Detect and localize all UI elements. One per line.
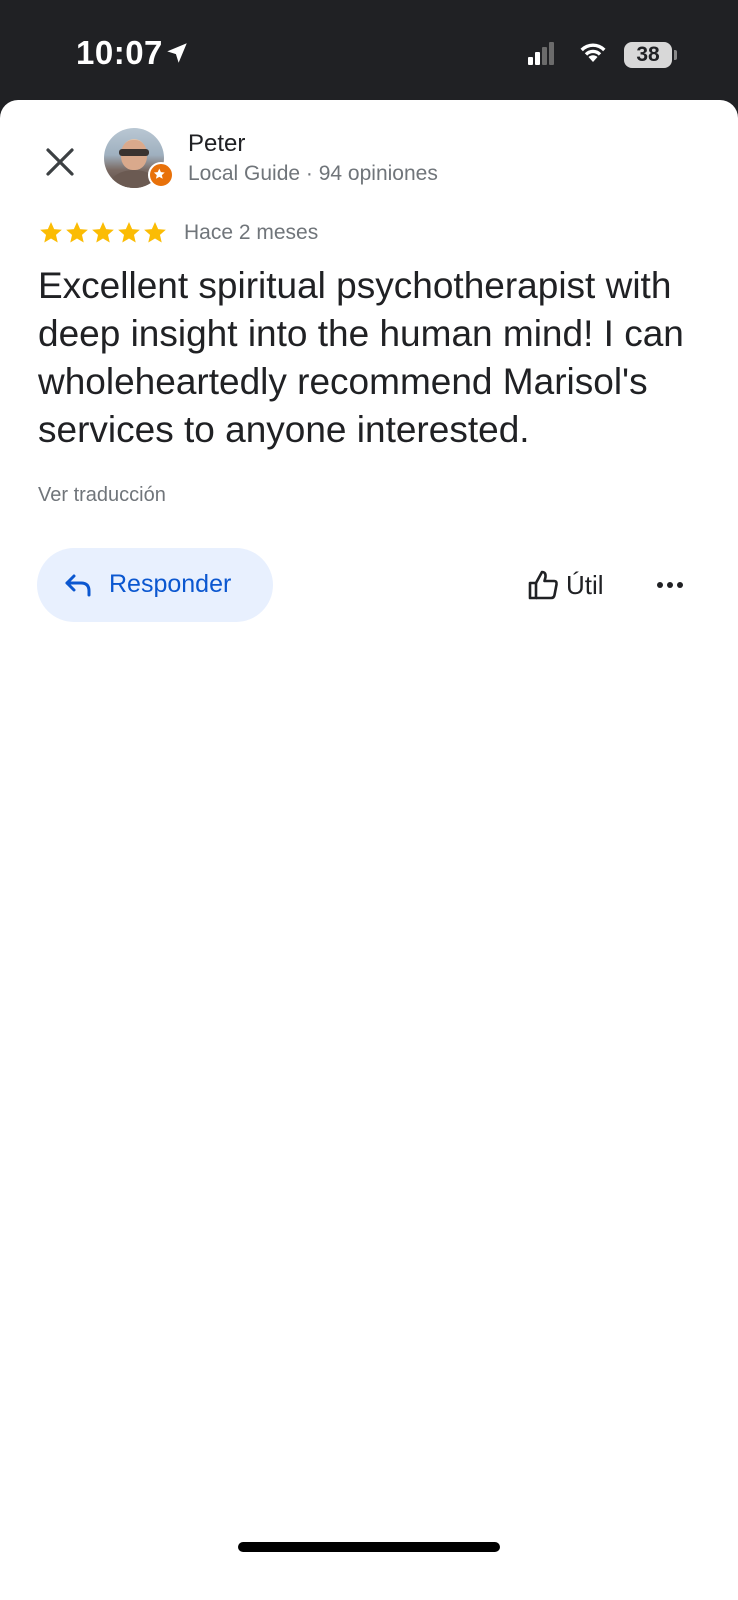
more-icon[interactable] [652,570,688,600]
star-icon [144,221,166,243]
local-guide-badge-icon [148,162,174,188]
battery-icon: 38 [624,42,672,68]
cellular-signal-icon [528,42,554,65]
reviewer-meta: Local Guide · 94 opiniones [188,162,438,185]
helpful-label: Útil [566,569,604,600]
star-icon [66,221,88,243]
reviewer-name[interactable]: Peter [188,130,245,158]
review-sheet: Peter Local Guide · 94 opiniones Hace 2 … [0,100,738,1600]
translate-link[interactable]: Ver traducción [38,484,166,507]
close-icon[interactable] [40,142,80,182]
helpful-button[interactable]: Útil [526,564,604,606]
avatar-glasses [119,149,149,156]
status-time: 10:07 [76,34,163,71]
reply-icon [65,574,91,597]
reply-label: Responder [109,570,232,598]
thumbs-up-icon [528,570,558,600]
star-icon [40,221,62,243]
location-arrow-icon [167,43,187,63]
home-indicator[interactable] [238,1542,500,1552]
battery-nub [674,50,677,60]
status-bar: 10:07 38 [0,0,738,102]
star-icon [92,221,114,243]
review-date: Hace 2 meses [184,221,319,244]
star-rating [38,220,168,246]
wifi-icon [580,43,606,62]
reply-button[interactable]: Responder [37,548,273,622]
review-text: Excellent spiritual psychotherapist with… [38,265,684,450]
star-icon [118,221,140,243]
